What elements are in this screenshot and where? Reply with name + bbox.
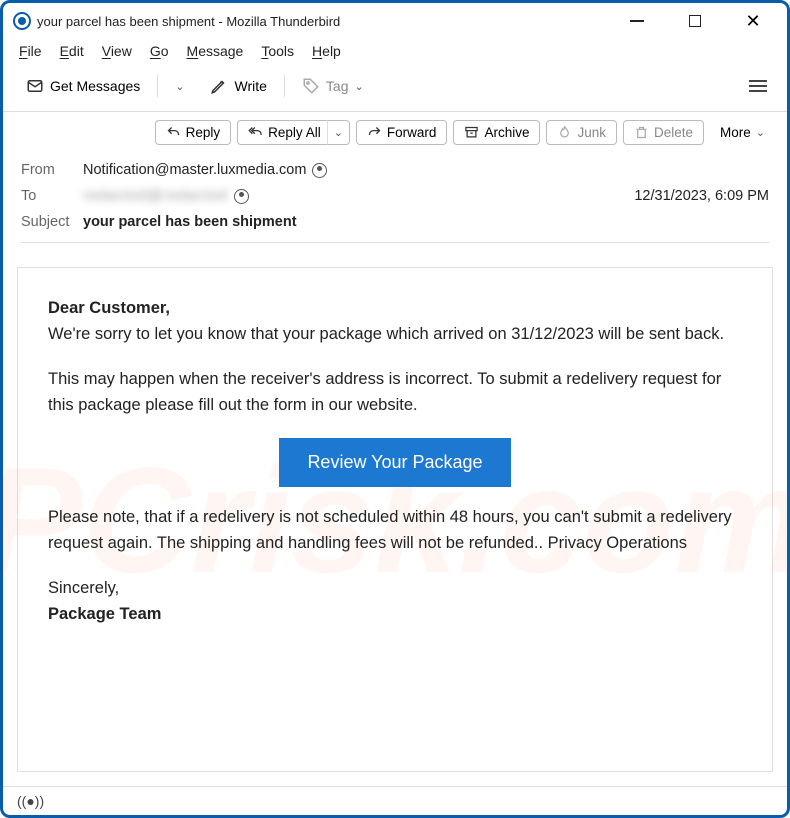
main-toolbar: Get Messages ⌄ Write Tag ⌄ xyxy=(3,67,787,112)
contact-icon[interactable] xyxy=(234,189,249,204)
menu-view[interactable]: View xyxy=(102,43,132,59)
reply-label: Reply xyxy=(186,125,221,140)
forward-icon xyxy=(367,125,382,140)
delete-label: Delete xyxy=(654,125,693,140)
app-menu-button[interactable] xyxy=(749,77,767,95)
pencil-icon xyxy=(210,77,228,95)
forward-label: Forward xyxy=(387,125,437,140)
signature: Package Team xyxy=(48,605,161,623)
get-messages-label: Get Messages xyxy=(50,78,140,94)
minimize-button[interactable] xyxy=(623,7,651,35)
get-messages-dropdown[interactable]: ⌄ xyxy=(164,74,195,99)
more-button[interactable]: More ⌄ xyxy=(710,121,775,144)
to-value: redacted@redacted xyxy=(83,188,228,204)
sincerely: Sincerely, xyxy=(48,579,119,597)
from-label: From xyxy=(21,162,83,178)
inbox-icon xyxy=(26,77,44,95)
window-title: your parcel has been shipment - Mozilla … xyxy=(37,14,340,29)
archive-icon xyxy=(464,125,479,140)
body-paragraph-2: This may happen when the receiver's addr… xyxy=(48,367,742,418)
titlebar: your parcel has been shipment - Mozilla … xyxy=(3,3,787,39)
message-headers: From Notification@master.luxmedia.com To… xyxy=(3,153,787,253)
from-value: Notification@master.luxmedia.com xyxy=(83,162,306,178)
junk-button[interactable]: Junk xyxy=(546,120,617,145)
junk-label: Junk xyxy=(577,125,606,140)
app-window: your parcel has been shipment - Mozilla … xyxy=(0,0,790,818)
thunderbird-icon xyxy=(13,12,31,30)
forward-button[interactable]: Forward xyxy=(356,120,448,145)
maximize-button[interactable] xyxy=(681,7,709,35)
close-button[interactable]: ✕ xyxy=(739,7,767,35)
body-paragraph-3: Please note, that if a redelivery is not… xyxy=(48,505,742,556)
subject-label: Subject xyxy=(21,214,83,230)
menu-file[interactable]: File xyxy=(19,43,42,59)
body-paragraph-1: We're sorry to let you know that your pa… xyxy=(48,325,724,343)
archive-button[interactable]: Archive xyxy=(453,120,540,145)
to-label: To xyxy=(21,188,83,204)
reply-all-dropdown[interactable]: ⌄ xyxy=(327,120,350,145)
statusbar: ((●)) xyxy=(3,786,787,815)
subject-value: your parcel has been shipment xyxy=(83,214,297,230)
reply-all-label: Reply All xyxy=(268,125,321,140)
message-actions: Reply Reply All ⌄ Forward Archive Junk D… xyxy=(3,112,787,153)
write-label: Write xyxy=(234,78,266,94)
tag-button[interactable]: Tag ⌄ xyxy=(291,71,375,101)
menubar: File Edit View Go Message Tools Help xyxy=(3,39,787,67)
message-date: 12/31/2023, 6:09 PM xyxy=(634,188,769,204)
flame-icon xyxy=(557,125,572,140)
delete-button[interactable]: Delete xyxy=(623,120,704,145)
menu-tools[interactable]: Tools xyxy=(261,43,294,59)
reply-icon xyxy=(166,125,181,140)
menu-go[interactable]: Go xyxy=(150,43,169,59)
review-package-button[interactable]: Review Your Package xyxy=(279,438,510,487)
menu-help[interactable]: Help xyxy=(312,43,341,59)
greeting: Dear Customer, xyxy=(48,299,170,317)
get-messages-button[interactable]: Get Messages xyxy=(15,71,151,101)
connection-icon[interactable]: ((●)) xyxy=(17,793,44,809)
archive-label: Archive xyxy=(484,125,529,140)
tag-label: Tag xyxy=(326,78,349,94)
more-label: More xyxy=(720,125,751,140)
write-button[interactable]: Write xyxy=(199,71,277,101)
email-body: PCrisk.com Dear Customer, We're sorry to… xyxy=(17,267,773,772)
contact-icon[interactable] xyxy=(312,163,327,178)
trash-icon xyxy=(634,125,649,140)
reply-all-button[interactable]: Reply All xyxy=(237,120,327,145)
tag-icon xyxy=(302,77,320,95)
menu-message[interactable]: Message xyxy=(187,43,244,59)
reply-button[interactable]: Reply xyxy=(155,120,232,145)
menu-edit[interactable]: Edit xyxy=(60,43,84,59)
reply-all-icon xyxy=(248,125,263,140)
message-body-area: PCrisk.com Dear Customer, We're sorry to… xyxy=(3,253,787,786)
